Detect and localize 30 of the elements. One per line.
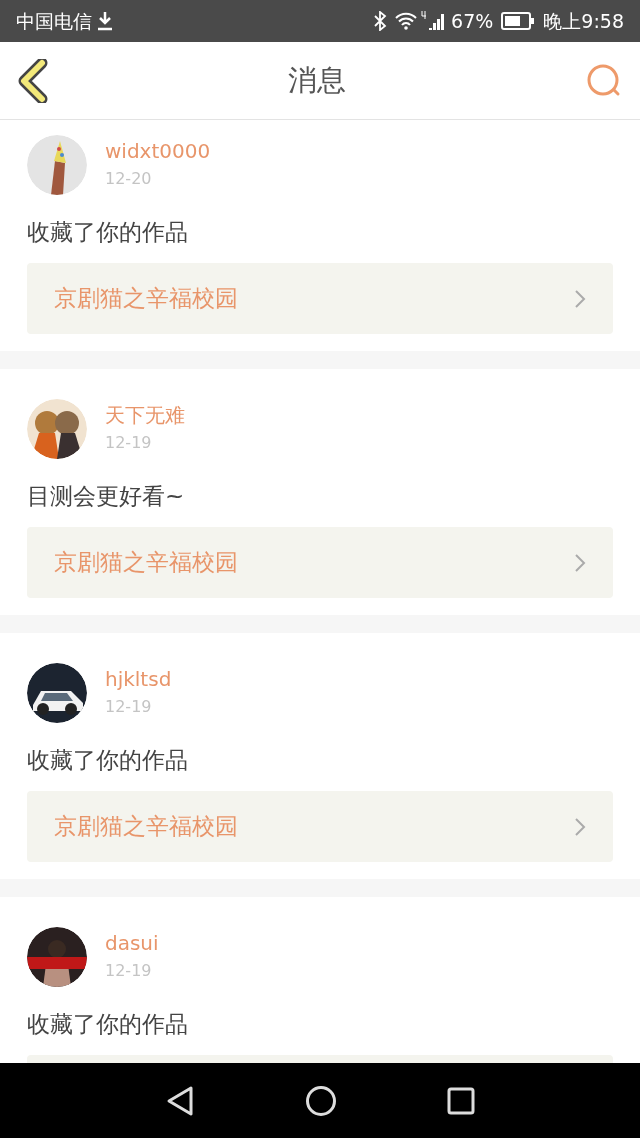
- recents-nav-icon[interactable]: [447, 1086, 475, 1115]
- work-link[interactable]: 京剧猫之辛福校园: [27, 527, 613, 598]
- user-name[interactable]: 天下无难: [105, 402, 185, 428]
- download-icon: [96, 11, 114, 31]
- back-nav-icon[interactable]: [165, 1084, 195, 1117]
- carrier-name: 中国电信: [16, 8, 92, 34]
- message-text: 目测会更好看~: [27, 481, 185, 511]
- bluetooth-icon: [373, 11, 388, 31]
- message-date: 12-19: [105, 696, 153, 718]
- user-name[interactable]: widxt0000: [105, 138, 211, 164]
- clock-time: 晚上9:58: [543, 8, 624, 34]
- chevron-icon: [574, 288, 586, 309]
- message-date: 12-19: [105, 960, 153, 982]
- message-date: 12-19: [105, 432, 153, 454]
- chevron-icon: [574, 816, 586, 837]
- work-link[interactable]: 京剧猫之辛福校园: [27, 263, 613, 334]
- page-title: 消息: [288, 61, 346, 99]
- chevron-icon: [574, 552, 586, 573]
- back-icon[interactable]: [18, 58, 48, 103]
- message-text: 收藏了你的作品: [27, 745, 188, 775]
- battery-percent: 67%: [451, 8, 494, 34]
- wifi-icon: [395, 12, 418, 30]
- message-text: 收藏了你的作品: [27, 1009, 188, 1039]
- message-text: 收藏了你的作品: [27, 217, 188, 247]
- message-date: 12-20: [105, 168, 153, 190]
- user-name[interactable]: hjkltsd: [105, 666, 172, 692]
- home-nav-icon[interactable]: [305, 1084, 337, 1117]
- work-link[interactable]: 京剧猫之辛福校园: [27, 791, 613, 862]
- user-name[interactable]: dasui: [105, 930, 159, 956]
- battery-icon: [501, 12, 536, 30]
